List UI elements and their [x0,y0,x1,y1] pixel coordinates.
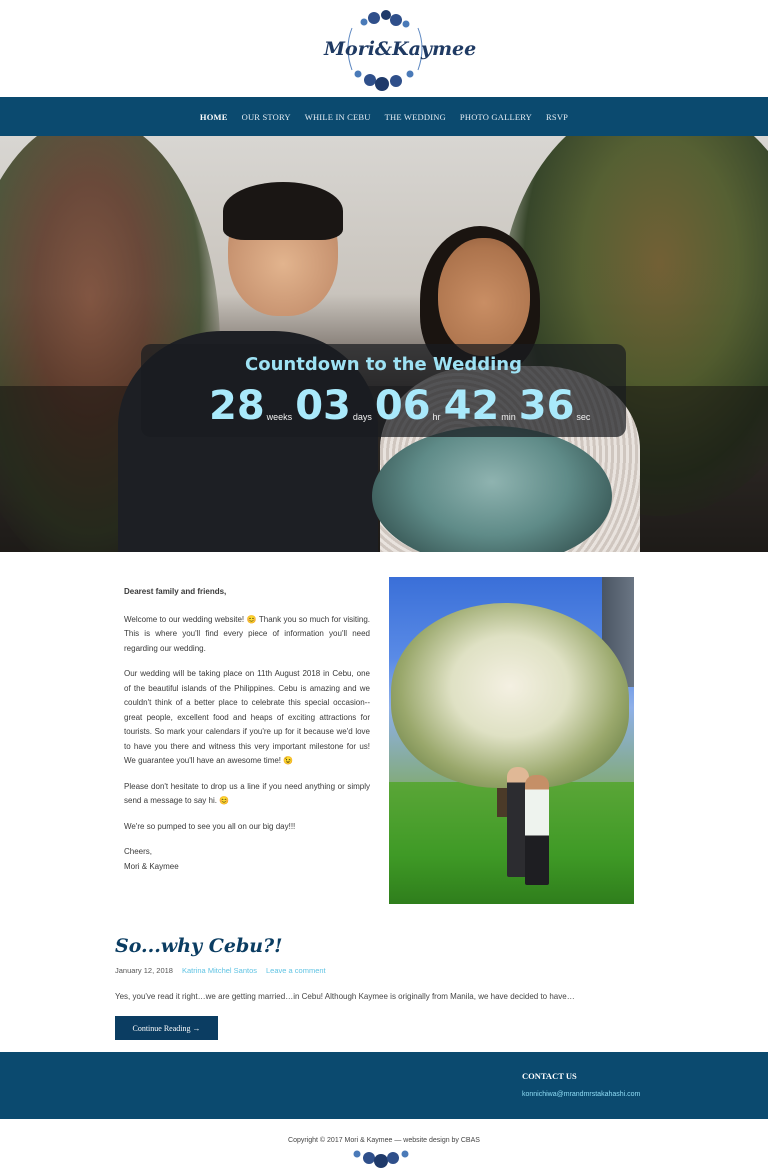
post-date: January 12, 2018 [115,966,173,975]
welcome-paragraph-2: Our wedding will be taking place on 11th… [124,669,370,765]
countdown-hours: 06 [374,383,431,429]
signoff-names: Mori & Kaymee [124,861,179,871]
hero-banner: Countdown to the Wedding 28 weeks 03 day… [0,136,768,552]
contact-heading: CONTACT US [522,1071,577,1081]
nav-item-our-story[interactable]: OUR STORY [242,112,291,122]
leave-comment-link[interactable]: Leave a comment [266,966,326,975]
post-excerpt: Yes, you've read it right…we are getting… [115,992,575,1001]
main-nav: HOME OUR STORY WHILE IN CEBU THE WEDDING… [0,97,768,136]
nav-item-the-wedding[interactable]: THE WEDDING [385,112,446,122]
site-header: Mori&Kaymee [0,0,768,97]
welcome-paragraph-1: Welcome to our wedding website! 😊 Thank … [124,614,370,653]
continue-reading-button[interactable]: Continue Reading → [115,1016,218,1040]
post-title[interactable]: So...why Cebu?! [115,935,283,957]
countdown-seconds-label: sec [576,412,591,422]
logo-text: Mori&Kaymee [324,38,477,60]
countdown-minutes-label: min [501,412,516,422]
welcome-message: Dearest family and friends, Welcome to o… [124,585,370,874]
nav-item-rsvp[interactable]: RSVP [546,112,568,122]
countdown-minutes: 42 [443,383,500,429]
countdown-widget: Countdown to the Wedding 28 weeks 03 day… [141,344,626,437]
nav-item-while-in-cebu[interactable]: WHILE IN CEBU [305,112,371,122]
countdown-seconds: 36 [518,383,575,429]
countdown-values: 28 weeks 03 days 06 hr 42 min 36 sec [209,380,593,428]
countdown-days: 03 [295,383,351,429]
site-logo[interactable]: Mori&Kaymee [324,8,477,92]
copyright-text: Copyright © 2017 Mori & Kaymee — website… [288,1137,480,1144]
countdown-days-label: days [352,412,372,422]
countdown-title: Countdown to the Wedding [245,354,522,375]
countdown-hours-label: hr [432,412,441,422]
welcome-paragraph-4: We're so pumped to see you all on our bi… [124,821,296,831]
welcome-greeting: Dearest family and friends, [124,587,227,596]
post-author-link[interactable]: Katrina Mitchel Santos [182,966,257,975]
site-footer: CONTACT US konnichiwa@mrandmrstakahashi.… [0,1052,768,1119]
couple-photo [389,577,634,904]
countdown-weeks: 28 [209,383,265,429]
post-meta: January 12, 2018 Katrina Mitchel Santos … [115,966,326,975]
signoff-cheers: Cheers, [124,847,153,856]
bottom-bar: Copyright © 2017 Mori & Kaymee — website… [0,1119,768,1174]
welcome-signoff: Cheers, Mori & Kaymee [124,845,370,874]
floral-footer-icon [353,1150,409,1168]
nav-item-home[interactable]: HOME [200,112,228,122]
nav-item-photo-gallery[interactable]: PHOTO GALLERY [460,112,532,122]
welcome-paragraph-3: Please don't hesitate to drop us a line … [124,781,370,806]
contact-email-link[interactable]: konnichiwa@mrandmrstakahashi.com [522,1091,640,1098]
countdown-weeks-label: weeks [266,412,293,422]
